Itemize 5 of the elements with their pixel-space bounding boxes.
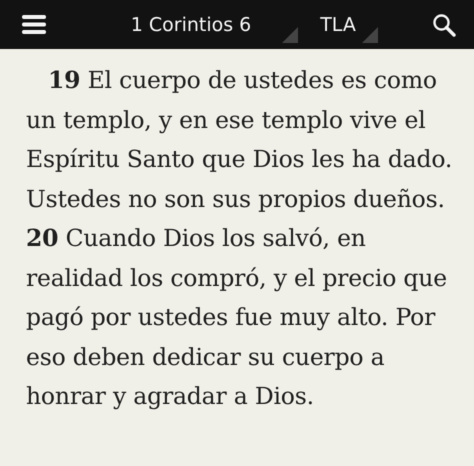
search-icon xyxy=(432,12,456,36)
menu-icon xyxy=(22,15,46,34)
verse-text: 19 El cuerpo de ustedes es como un templo, y en ese templo vive el Espíritu Santo que Dios les ha dado. Ustedes no son sus propios dueños. 20 Cuando Dios los salvó, en realidad los compró, y el precio que pagó por ustedes fue muy alto. Por eso deben dedicar su cuerpo a honrar y agradar a Dios. xyxy=(26,65,454,412)
version-selector[interactable]: TLA xyxy=(298,6,378,42)
chapter-selector[interactable]: 1 Corintios 6 xyxy=(84,6,298,42)
